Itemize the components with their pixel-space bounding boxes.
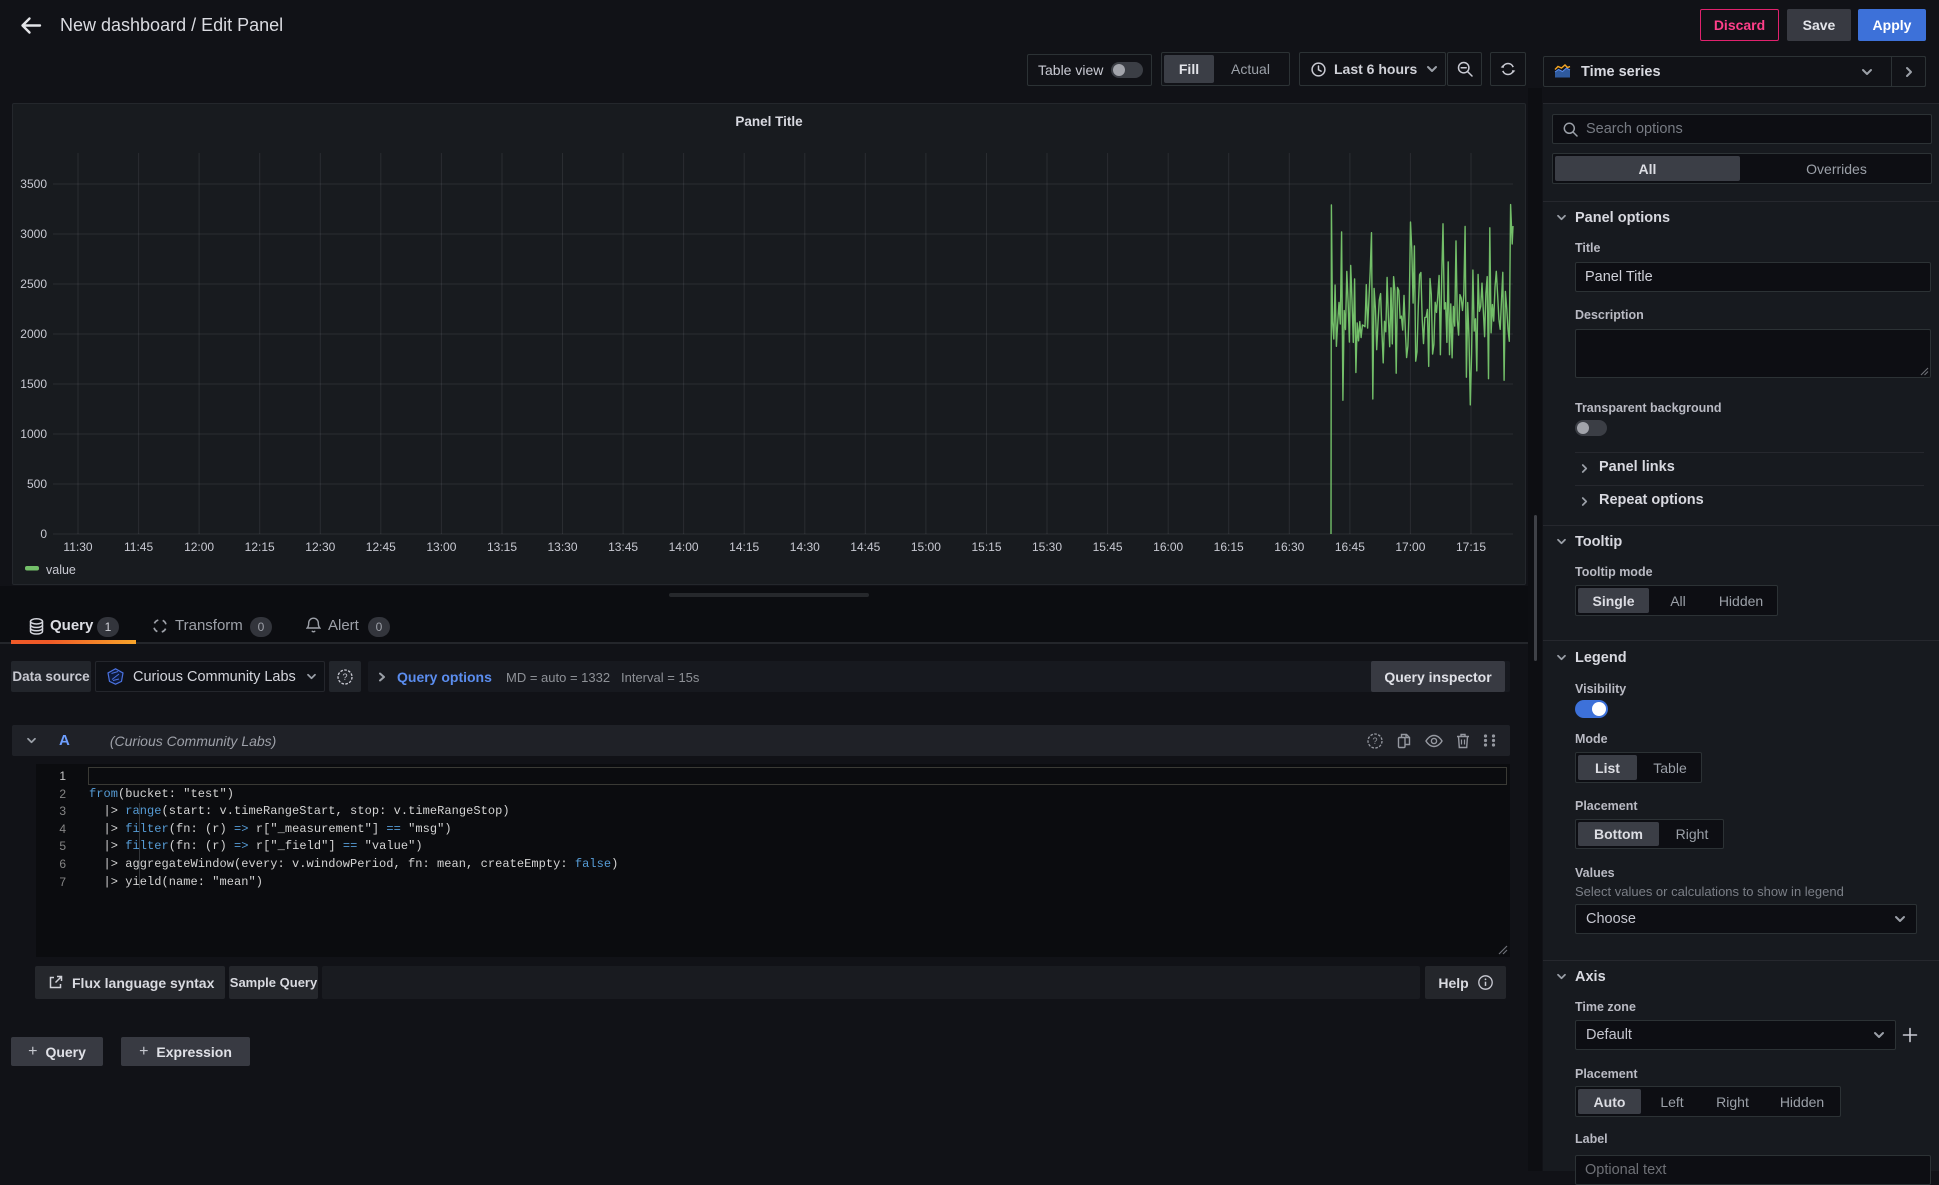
svg-text:13:30: 13:30 <box>547 540 577 554</box>
svg-text:16:30: 16:30 <box>1274 540 1304 554</box>
svg-text:value: value <box>46 563 76 577</box>
svg-text:15:15: 15:15 <box>971 540 1001 554</box>
svg-text:3000: 3000 <box>20 227 47 241</box>
svg-text:1500: 1500 <box>20 377 47 391</box>
svg-text:11:30: 11:30 <box>63 540 92 554</box>
svg-text:500: 500 <box>27 477 47 491</box>
svg-text:14:30: 14:30 <box>790 540 820 554</box>
svg-text:?: ? <box>342 672 347 682</box>
svg-text:3500: 3500 <box>20 177 47 191</box>
svg-text:13:45: 13:45 <box>608 540 638 554</box>
svg-text:12:45: 12:45 <box>366 540 396 554</box>
svg-text:14:45: 14:45 <box>850 540 880 554</box>
svg-text:15:30: 15:30 <box>1032 540 1062 554</box>
svg-text:13:15: 13:15 <box>487 540 517 554</box>
svg-text:0: 0 <box>40 527 47 541</box>
svg-text:11:45: 11:45 <box>124 540 153 554</box>
svg-text:?: ? <box>1372 736 1377 746</box>
svg-text:1000: 1000 <box>20 427 47 441</box>
svg-text:2500: 2500 <box>20 277 47 291</box>
svg-text:15:45: 15:45 <box>1093 540 1123 554</box>
svg-text:12:00: 12:00 <box>184 540 214 554</box>
svg-text:12:30: 12:30 <box>305 540 335 554</box>
svg-text:13:00: 13:00 <box>426 540 456 554</box>
svg-text:16:45: 16:45 <box>1335 540 1365 554</box>
svg-text:14:15: 14:15 <box>729 540 759 554</box>
svg-text:14:00: 14:00 <box>669 540 699 554</box>
svg-text:15:00: 15:00 <box>911 540 941 554</box>
svg-text:17:00: 17:00 <box>1395 540 1425 554</box>
svg-text:17:15: 17:15 <box>1456 540 1486 554</box>
svg-text:16:00: 16:00 <box>1153 540 1183 554</box>
svg-text:16:15: 16:15 <box>1214 540 1244 554</box>
svg-text:2000: 2000 <box>20 327 47 341</box>
svg-text:12:15: 12:15 <box>245 540 275 554</box>
